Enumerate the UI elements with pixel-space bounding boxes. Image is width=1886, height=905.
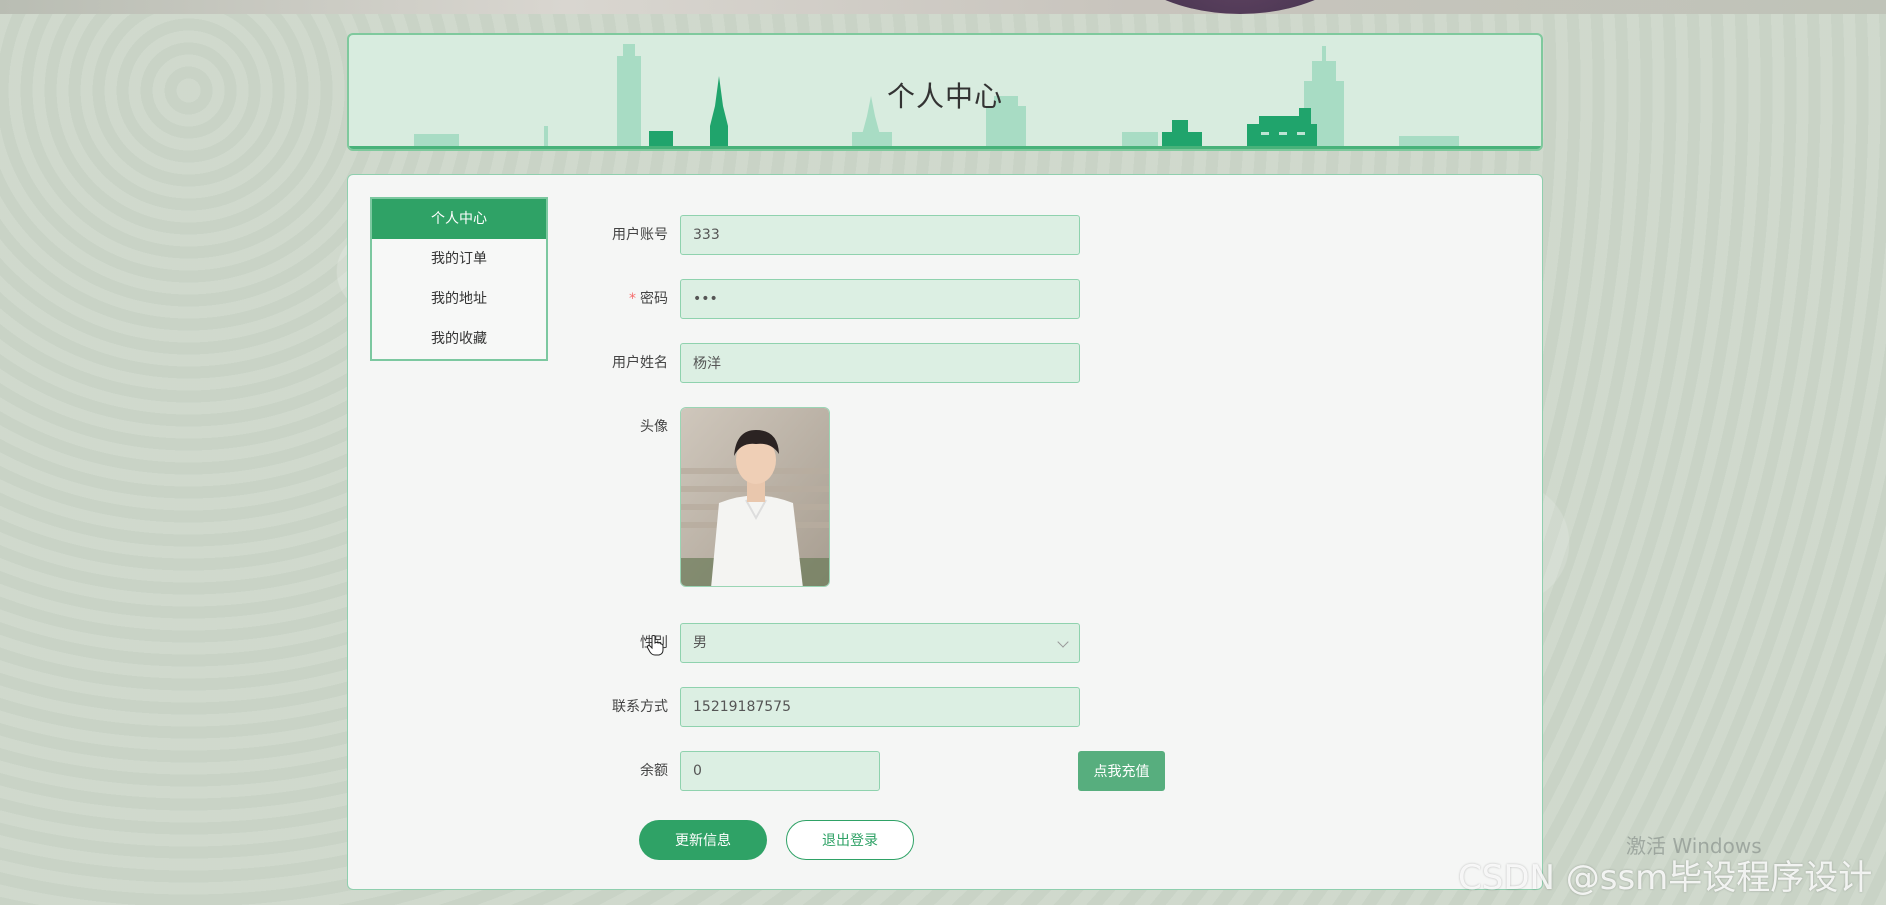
password-input[interactable]: •••: [680, 279, 1080, 319]
account-input[interactable]: [680, 215, 1080, 255]
chevron-down-icon: [1057, 636, 1069, 648]
password-label-text: 密码: [640, 291, 668, 307]
balance-label: 余额: [640, 763, 668, 779]
update-info-button[interactable]: 更新信息: [639, 820, 767, 860]
name-input[interactable]: [680, 343, 1080, 383]
phone-label: 联系方式: [612, 699, 668, 715]
avatar-label: 头像: [640, 419, 668, 435]
gender-select[interactable]: 男: [680, 623, 1080, 663]
side-menu-item-profile[interactable]: 个人中心: [372, 199, 546, 239]
side-menu: 个人中心 我的订单 我的地址 我的收藏: [370, 197, 548, 361]
banner-underline: [349, 146, 1541, 149]
profile-panel: 个人中心 我的订单 我的地址 我的收藏 用户账号 *密码 ••• 用户姓名 头像: [347, 174, 1543, 890]
page-title: 个人中心: [886, 80, 1003, 113]
avatar-photo-illustration: [681, 408, 829, 586]
csdn-watermark: CSDN @ssm毕设程序设计: [1458, 858, 1873, 898]
side-menu-item-favorites[interactable]: 我的收藏: [372, 319, 546, 359]
account-label: 用户账号: [612, 227, 668, 243]
phone-input[interactable]: [680, 687, 1080, 727]
side-menu-item-orders[interactable]: 我的订单: [372, 239, 546, 279]
balance-input[interactable]: [680, 751, 880, 791]
top-decor-circle: [1110, 0, 1370, 14]
page-header-banner: 个人中心: [347, 33, 1543, 151]
recharge-button[interactable]: 点我充值: [1078, 751, 1165, 791]
name-label: 用户姓名: [612, 355, 668, 371]
gender-selected-value: 男: [693, 635, 707, 651]
form-row-avatar: 头像: [568, 407, 1128, 587]
logout-button[interactable]: 退出登录: [786, 820, 914, 860]
side-menu-item-address[interactable]: 我的地址: [372, 279, 546, 319]
top-image-strip: [0, 0, 1886, 14]
required-mark: *: [629, 291, 636, 307]
password-label: * 密码: [568, 279, 668, 319]
avatar-image[interactable]: [680, 407, 830, 587]
hand-cursor-icon: [646, 635, 664, 656]
